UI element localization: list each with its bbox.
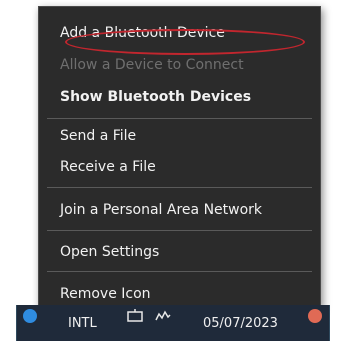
- notification-icon[interactable]: [308, 309, 322, 323]
- menu-item-remove-icon[interactable]: Remove Icon: [60, 285, 151, 303]
- menu-item-receive-file[interactable]: Receive a File: [60, 158, 156, 176]
- bluetooth-icon[interactable]: [23, 309, 37, 323]
- menu-separator: [47, 118, 312, 119]
- highlight-annotation-ring: [65, 29, 305, 55]
- network-icon[interactable]: [126, 308, 144, 324]
- menu-item-show-bluetooth-devices[interactable]: Show Bluetooth Devices: [60, 88, 251, 106]
- taskbar-date[interactable]: 05/07/2023: [203, 316, 278, 331]
- menu-item-allow-device-to-connect: Allow a Device to Connect: [60, 57, 244, 73]
- language-indicator[interactable]: INTL: [68, 316, 97, 331]
- menu-separator: [47, 230, 312, 231]
- menu-separator: [47, 271, 312, 272]
- menu-separator: [47, 187, 312, 188]
- menu-item-send-file[interactable]: Send a File: [60, 127, 136, 145]
- taskbar: INTL 05/07/2023: [16, 305, 330, 341]
- wifi-icon[interactable]: [154, 308, 172, 324]
- bluetooth-context-menu: Add a Bluetooth Device Allow a Device to…: [38, 6, 321, 308]
- menu-item-join-personal-area-network[interactable]: Join a Personal Area Network: [60, 201, 262, 219]
- menu-item-open-settings[interactable]: Open Settings: [60, 243, 159, 261]
